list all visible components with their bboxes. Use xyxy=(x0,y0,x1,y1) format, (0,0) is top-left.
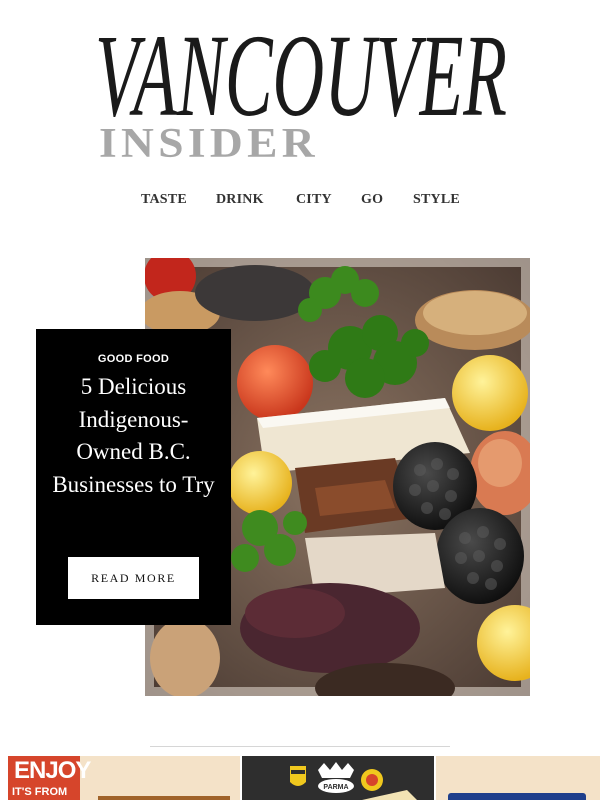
ad-left-panel[interactable]: ENJOY IT'S FROM xyxy=(8,756,240,800)
ad-right-panel[interactable] xyxy=(436,756,600,800)
logo-insider: INSIDER xyxy=(99,121,319,165)
masthead-logo[interactable]: VANCOUVER INSIDER xyxy=(95,0,515,165)
ad-cta-button[interactable] xyxy=(448,793,586,800)
ad-parma-text: PARMA xyxy=(323,784,348,791)
main-nav: TASTE DRINK CITY GO STYLE xyxy=(0,192,600,214)
cheese-shield-icon xyxy=(290,766,306,786)
nav-item-drink[interactable]: DRINK xyxy=(216,192,264,208)
nav-item-go[interactable]: GO xyxy=(361,192,383,208)
ad-bar xyxy=(98,796,230,800)
nav-item-style[interactable]: STYLE xyxy=(413,192,460,208)
read-more-button[interactable]: READ MORE xyxy=(68,557,199,599)
nav-item-taste[interactable]: TASTE xyxy=(141,192,187,208)
card-headline[interactable]: 5 Delicious Indigenous-Owned B.C. Busine… xyxy=(50,371,217,501)
feature-card: GOOD FOOD 5 Delicious Indigenous-Owned B… xyxy=(36,329,231,625)
vancouver-insider-logo: VANCOUVER INSIDER xyxy=(95,10,507,165)
newsletter-page: VANCOUVER INSIDER TASTE DRINK CITY GO ST… xyxy=(0,0,600,800)
card-kicker: GOOD FOOD xyxy=(97,353,170,365)
ad-logo-panel[interactable]: PARMA xyxy=(242,756,434,800)
ad-logos: PARMA xyxy=(290,762,417,800)
section-divider xyxy=(150,746,450,747)
nav-item-city[interactable]: CITY xyxy=(296,192,332,208)
ad-banner[interactable]: ENJOY IT'S FROM PARMA xyxy=(0,756,600,800)
ad-tagline: IT'S FROM xyxy=(12,786,68,798)
ad-enjoy-text: ENJOY xyxy=(14,757,91,784)
ad-enjoy-box: ENJOY IT'S FROM xyxy=(8,756,91,800)
